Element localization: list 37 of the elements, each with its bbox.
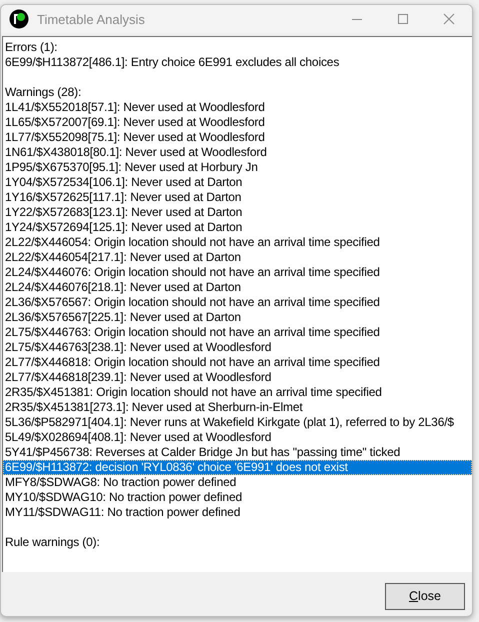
message-item[interactable]: 2L36/$X576567: Origin location should not have an arrival time specified bbox=[3, 295, 472, 310]
message-item[interactable]: MY10/$SDWAG10: No traction power defined bbox=[3, 490, 472, 505]
app-icon bbox=[9, 9, 29, 29]
message-item[interactable]: 1L65/$X572007[69.1]: Never used at Woodlesford bbox=[3, 115, 472, 130]
message-item[interactable]: 2L75/$X446763[238.1]: Never used at Woodlesford bbox=[3, 340, 472, 355]
message-item[interactable]: 5L49/$X028694[408.1]: Never used at Woodlesford bbox=[3, 430, 472, 445]
message-item[interactable]: MFY8/$SDWAG8: No traction power defined bbox=[3, 475, 472, 490]
message-item[interactable]: 5L36/$P582971[404.1]: Never runs at Wakefield Kirkgate (plat 1), referred to by 2L36/$ bbox=[3, 415, 472, 430]
message-item[interactable]: 1L41/$X552018[57.1]: Never used at Woodlesford bbox=[3, 100, 472, 115]
message-item[interactable]: 1Y04/$X572534[106.1]: Never used at Darton bbox=[3, 175, 472, 190]
section-heading: Warnings (28): bbox=[4, 85, 82, 100]
message-item[interactable]: 1Y22/$X572683[123.1]: Never used at Darton bbox=[3, 205, 472, 220]
message-item[interactable]: 2L36/$X576567[225.1]: Never used at Darton bbox=[3, 310, 472, 325]
window-title: Timetable Analysis bbox=[37, 12, 146, 26]
message-item[interactable]: 1N61/$X438018[80.1]: Never used at Woodlesford bbox=[3, 145, 472, 160]
close-dialog-button[interactable]: Close bbox=[385, 582, 465, 610]
message-item[interactable]: 5Y41/$P456738: Reverses at Calder Bridge Jn but has "passing time" ticked bbox=[3, 445, 472, 460]
message-item[interactable]: MY11/$SDWAG11: No traction power defined bbox=[3, 505, 472, 520]
message-item[interactable]: 6E99/$H113872[486.1]: Entry choice 6E991 excludes all choices bbox=[3, 55, 472, 70]
section-heading: Errors (1): bbox=[4, 40, 58, 55]
message-item[interactable]: 2L77/$X446818[239.1]: Never used at Woodlesford bbox=[3, 370, 472, 385]
message-item[interactable]: 2L24/$X446076[218.1]: Never used at Darton bbox=[3, 280, 472, 295]
message-item[interactable]: 2L24/$X446076: Origin location should not have an arrival time specified bbox=[3, 265, 472, 280]
message-item[interactable]: 2R35/$X451381: Origin location should not have an arrival time specified bbox=[3, 385, 472, 400]
section-heading: Rule warnings (0): bbox=[4, 535, 101, 550]
close-icon bbox=[443, 13, 455, 25]
message-item[interactable]: 1Y24/$X572694[125.1]: Never used at Darton bbox=[3, 220, 472, 235]
message-item[interactable]: 2L77/$X446818: Origin location should not have an arrival time specified bbox=[3, 355, 472, 370]
message-item[interactable]: 6E99/$H113872: decision 'RYL0836' choice '6E991' does not exist bbox=[3, 460, 472, 475]
message-item[interactable]: 1P95/$X675370[95.1]: Never used at Horbury Jn bbox=[3, 160, 472, 175]
maximize-icon bbox=[397, 13, 409, 25]
message-item[interactable]: 2L75/$X446763: Origin location should not have an arrival time specified bbox=[3, 325, 472, 340]
message-item[interactable]: 2L22/$X446054[217.1]: Never used at Darton bbox=[3, 250, 472, 265]
message-item[interactable]: 2L22/$X446054: Origin location should not have an arrival time specified bbox=[3, 235, 472, 250]
message-item[interactable]: 2R35/$X451381[273.1]: Never used at Sherburn-in-Elmet bbox=[3, 400, 472, 415]
message-item[interactable]: 1Y16/$X572625[117.1]: Never used at Darton bbox=[3, 190, 472, 205]
message-item[interactable]: 1L77/$X552098[75.1]: Never used at Woodlesford bbox=[3, 130, 472, 145]
